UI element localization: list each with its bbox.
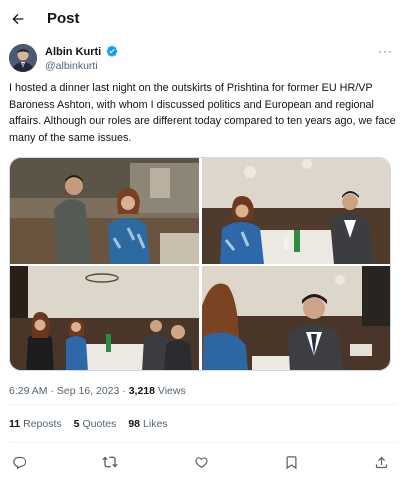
post-time[interactable]: 6:29 AM <box>9 385 48 397</box>
arrow-left-icon <box>12 13 24 25</box>
reposts-stat[interactable]: 11 Reposts <box>9 418 62 430</box>
photo-3[interactable] <box>10 266 199 370</box>
author-name[interactable]: Albin Kurti <box>45 46 101 58</box>
reply-icon <box>12 456 26 469</box>
divider <box>9 442 397 443</box>
likes-count: 98 <box>128 418 141 430</box>
verified-badge-icon <box>106 45 118 57</box>
post-date[interactable]: Sep 16, 2023 <box>57 385 119 397</box>
like-button[interactable] <box>191 452 211 472</box>
quotes-count: 5 <box>73 418 80 430</box>
share-button[interactable] <box>371 452 391 472</box>
repost-icon <box>102 456 118 468</box>
share-icon <box>375 456 387 468</box>
likes-stat[interactable]: 98 Likes <box>128 418 167 430</box>
reposts-label: Reposts <box>23 418 62 430</box>
repost-button[interactable] <box>100 452 120 472</box>
avatar[interactable] <box>9 44 37 72</box>
author-block: Albin Kurti @albinkurti ··· <box>9 44 399 76</box>
photo-4[interactable] <box>202 266 390 370</box>
media-grid <box>9 157 391 371</box>
action-bar <box>0 450 406 474</box>
author-handle[interactable]: @albinkurti <box>45 60 98 72</box>
bookmark-icon <box>286 455 296 469</box>
views-count: 3,218 <box>128 385 155 397</box>
back-button[interactable] <box>8 9 28 29</box>
post-meta: 6:29 AM · Sep 16, 2023 · 3,218 Views <box>9 385 186 397</box>
like-icon <box>194 456 208 468</box>
meta-separator: · <box>47 385 57 397</box>
reply-button[interactable] <box>9 452 29 472</box>
meta-separator-2: · <box>119 385 129 397</box>
tweet-text: I hosted a dinner last night on the outs… <box>9 82 396 144</box>
reposts-count: 11 <box>9 418 21 430</box>
top-bar: Post <box>0 0 406 38</box>
quotes-label: Quotes <box>82 418 117 430</box>
quotes-stat[interactable]: 5 Quotes <box>74 418 117 430</box>
bookmark-button[interactable] <box>281 452 301 472</box>
page-title: Post <box>47 10 80 27</box>
engagement-stats: 11 Reposts 5 Quotes 98 Likes <box>9 418 180 430</box>
photo-2[interactable] <box>202 158 390 264</box>
views-label: Views <box>154 385 186 397</box>
more-options-button[interactable]: ··· <box>378 44 393 58</box>
photo-1[interactable] <box>10 158 199 264</box>
divider <box>9 404 397 405</box>
likes-label: Likes <box>143 418 168 430</box>
